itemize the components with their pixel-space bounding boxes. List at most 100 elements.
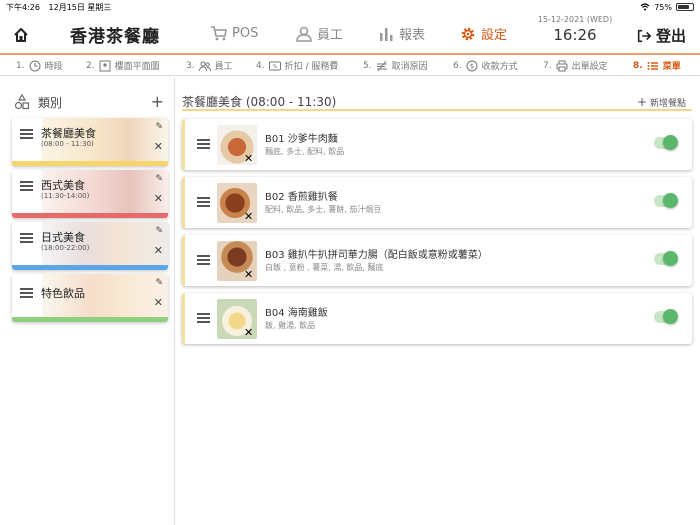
item-name: B03 雞扒牛扒拼司華力腸（配白飯或意粉或薯菜）: [265, 250, 488, 261]
shapes-icon: [14, 94, 30, 110]
item-name: B01 沙爹牛肉麵: [265, 134, 338, 145]
people-icon: [198, 61, 211, 71]
category-card[interactable]: 特色飲品 ✎ ✕: [12, 274, 168, 322]
remove-photo-icon[interactable]: ✕: [244, 268, 253, 281]
header-date: 15-12-2021 (WED): [537, 15, 613, 24]
drag-handle-icon[interactable]: [20, 181, 33, 191]
item-enabled-toggle[interactable]: [654, 309, 678, 324]
item-enabled-toggle[interactable]: [654, 251, 678, 266]
step-payment[interactable]: 6. $ 收款方式: [453, 59, 518, 72]
step-number: 3.: [186, 60, 195, 71]
step-cancel-reason[interactable]: 5. 取消原因: [363, 59, 428, 72]
nav-pos-label: POS: [232, 25, 259, 41]
toggle-knob: [663, 309, 678, 324]
status-right: 75%: [640, 3, 694, 12]
menu-item-card[interactable]: ✕ B01 沙爹牛肉麵 麵底, 多士, 配料, 飲品: [182, 119, 692, 170]
drag-handle-icon[interactable]: [20, 129, 33, 139]
delete-icon[interactable]: ✕: [154, 244, 163, 257]
step-label: 取消原因: [391, 62, 428, 72]
nav-pos[interactable]: POS: [210, 24, 258, 42]
remove-photo-icon[interactable]: ✕: [244, 152, 253, 165]
edit-icon[interactable]: ✎: [155, 278, 163, 288]
item-name: B04 海南雞飯: [265, 308, 328, 319]
menu-header: 茶餐廳美食 (08:00 - 11:30) + 新增餐點: [182, 91, 692, 111]
step-number: 4.: [256, 60, 265, 71]
printer-icon: [556, 60, 568, 71]
edit-icon[interactable]: ✎: [155, 122, 163, 132]
remove-photo-icon[interactable]: ✕: [244, 326, 253, 339]
category-name: 特色飲品: [41, 287, 85, 300]
drag-handle-icon[interactable]: [20, 233, 33, 243]
delete-icon[interactable]: ✕: [154, 140, 163, 153]
edit-icon[interactable]: ✎: [155, 226, 163, 236]
remove-photo-icon[interactable]: ✕: [244, 210, 253, 223]
delete-icon[interactable]: ✕: [154, 192, 163, 205]
menu-title: 茶餐廳美食 (08:00 - 11:30): [182, 95, 337, 109]
step-label: 出單設定: [571, 62, 608, 72]
menu-item-card[interactable]: ✕ B03 雞扒牛扒拼司華力腸（配白飯或意粉或薯菜） 白飯 , 意粉 , 薯菜,…: [182, 235, 692, 286]
toggle-knob: [663, 193, 678, 208]
logout-icon: [637, 29, 652, 42]
item-tags: 飯, 雞湯, 飲品: [265, 321, 316, 330]
drag-handle-icon[interactable]: [197, 197, 210, 209]
drag-handle-icon[interactable]: [197, 139, 210, 151]
settings-steps: 1. 時段 2. 樓面平面圖 3. 員工 4. % 折扣 / 服務費 5. 取消…: [0, 53, 700, 76]
item-tags: 麵底, 多士, 配料, 飲品: [265, 147, 345, 156]
bar-chart-icon: [380, 27, 393, 41]
list-icon: [647, 61, 658, 70]
drag-handle-icon[interactable]: [20, 288, 33, 298]
step-floorplan[interactable]: 2. 樓面平面圖: [86, 59, 160, 72]
step-label: 菜單: [662, 62, 681, 72]
step-number: 7.: [543, 60, 552, 71]
item-enabled-toggle[interactable]: [654, 193, 678, 208]
status-bar: 下午4:26 12月15日 星期三 75%: [0, 0, 700, 14]
status-date: 12月15日 星期三: [48, 2, 112, 12]
menu-item-card[interactable]: ✕ B04 海南雞飯 飯, 雞湯, 飲品: [182, 293, 692, 344]
step-discount[interactable]: 4. % 折扣 / 服務費: [256, 59, 338, 73]
nav-settings[interactable]: 設定: [459, 24, 507, 43]
drag-handle-icon[interactable]: [197, 255, 210, 267]
nav-settings-label: 設定: [481, 28, 508, 43]
step-menu[interactable]: 8. 菜單: [633, 59, 681, 73]
category-color-strip: [12, 317, 168, 322]
nav-reports[interactable]: 報表: [377, 24, 425, 43]
category-card[interactable]: 日式美食 (18:00-22:00) ✎ ✕: [12, 222, 168, 270]
category-time: (18:00-22:00): [41, 244, 90, 252]
category-card[interactable]: 茶餐廳美食 (08:00 - 11:30) ✎ ✕: [12, 118, 168, 166]
item-name: B02 香煎雞扒餐: [265, 192, 338, 203]
step-label: 員工: [214, 62, 233, 72]
category-time: (11:30-14:00): [41, 192, 90, 200]
plus-icon: +: [637, 95, 648, 109]
step-print[interactable]: 7. 出單設定: [543, 59, 608, 72]
item-enabled-toggle[interactable]: [654, 135, 678, 150]
add-item-label: 新增餐點: [649, 99, 686, 109]
cart-icon: [211, 26, 227, 41]
category-card[interactable]: 西式美食 (11:30-14:00) ✎ ✕: [12, 170, 168, 218]
gear-icon: [461, 27, 475, 40]
cancel-reason-icon: [376, 60, 387, 71]
nav-reports-label: 報表: [399, 28, 426, 43]
category-name: 西式美食: [41, 179, 85, 192]
category-header: 類別 +: [14, 92, 164, 112]
add-category-button[interactable]: +: [151, 92, 164, 111]
edit-icon[interactable]: ✎: [155, 174, 163, 184]
nav-staff[interactable]: 員工: [295, 24, 343, 43]
drag-handle-icon[interactable]: [197, 313, 210, 325]
item-tags: 白飯 , 意粉 , 薯菜, 湯, 飲品, 麵底: [265, 263, 384, 272]
battery-percent: 75%: [654, 2, 672, 12]
category-title: 類別: [38, 95, 63, 110]
menu-item-card[interactable]: ✕ B02 香煎雞扒餐 配料, 飲品, 多士, 薯餅, 茄汁焗豆: [182, 177, 692, 228]
logout-button[interactable]: 登出: [636, 25, 686, 46]
step-staff[interactable]: 3. 員工: [186, 59, 233, 73]
delete-icon[interactable]: ✕: [154, 296, 163, 309]
add-item-button[interactable]: + 新增餐點: [637, 95, 686, 109]
item-tags: 配料, 飲品, 多士, 薯餅, 茄汁焗豆: [265, 205, 382, 214]
category-panel: 類別 + 茶餐廳美食 (08:00 - 11:30) ✎ ✕ 西式美食 (11:…: [0, 77, 175, 525]
menu-panel: 茶餐廳美食 (08:00 - 11:30) + 新增餐點 ✕ B01 沙爹牛肉麵…: [176, 77, 700, 525]
step-number: 5.: [363, 60, 372, 71]
step-time-slots[interactable]: 1. 時段: [16, 59, 63, 72]
category-color-strip: [12, 265, 168, 270]
category-color-strip: [12, 213, 168, 218]
top-bar: 香港茶餐廳 POS 員工 報表 設定 15-12-2021 (WED) 16:2…: [0, 14, 700, 54]
home-icon[interactable]: [12, 26, 30, 44]
